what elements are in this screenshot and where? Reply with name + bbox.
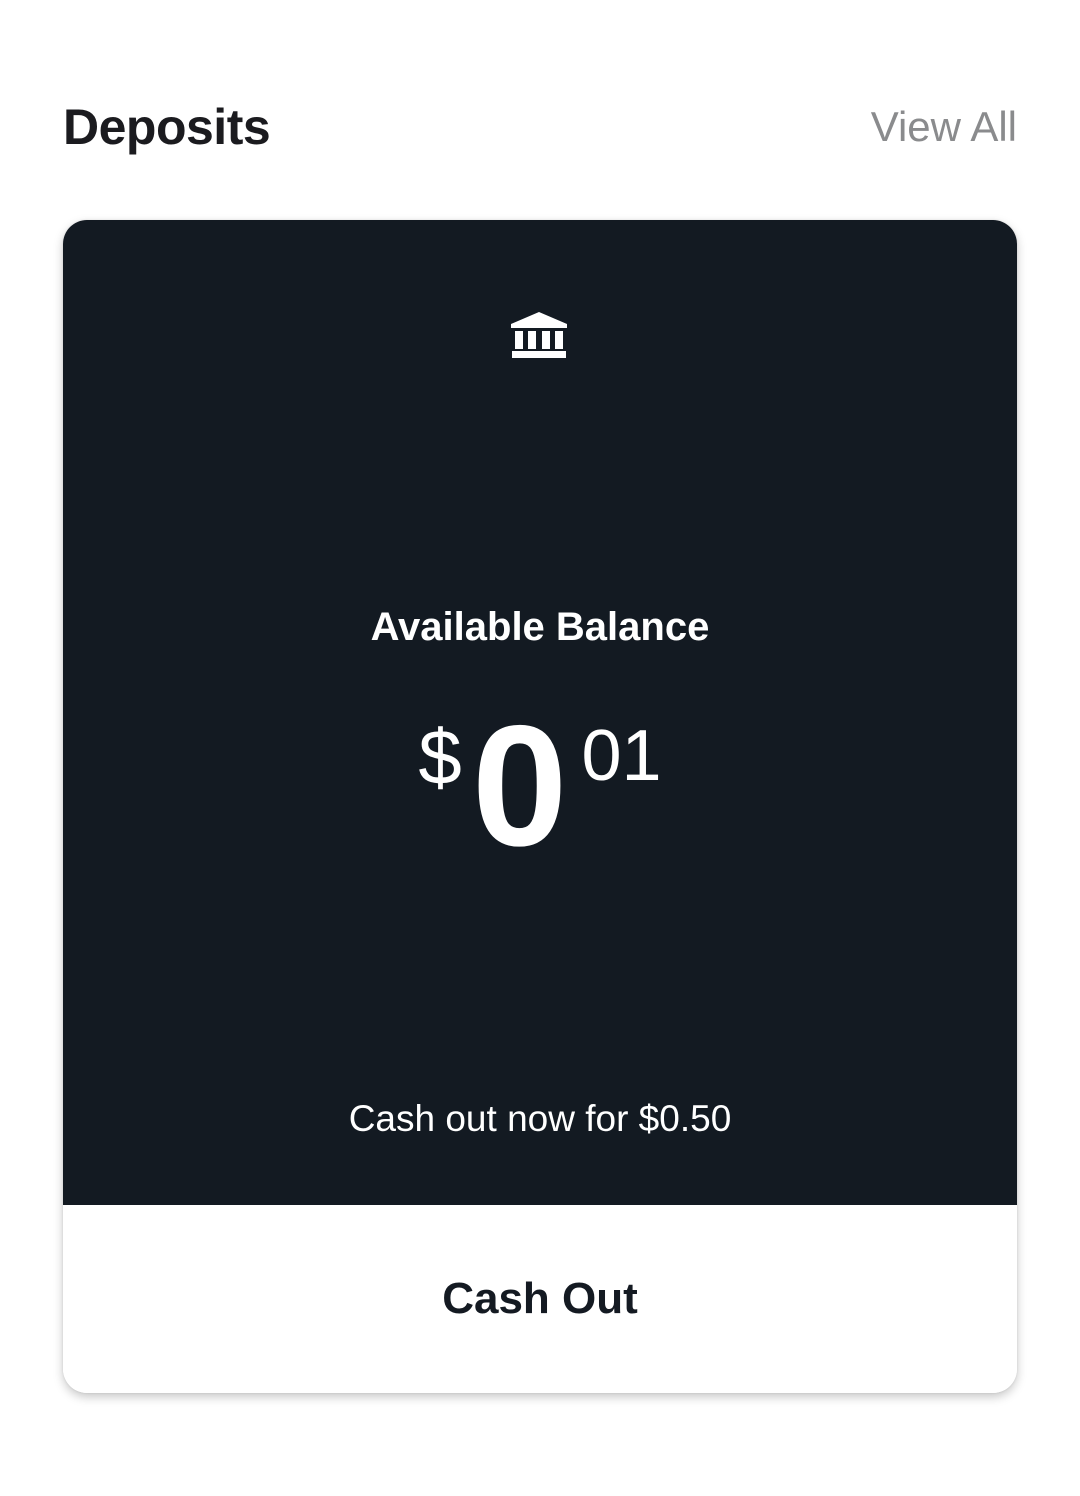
cash-out-button[interactable]: Cash Out (63, 1205, 1017, 1393)
bank-icon (511, 312, 567, 358)
deposits-header: Deposits View All (63, 92, 1017, 162)
available-balance-label: Available Balance (370, 605, 710, 649)
page-title: Deposits (63, 99, 271, 155)
view-all-link[interactable]: View All (871, 103, 1017, 151)
cashout-note: Cash out now for $0.50 (348, 1098, 732, 1139)
amount-cents: 01 (581, 716, 662, 796)
balance-amount: $ 0 01 (63, 700, 1017, 872)
currency-symbol: $ (418, 713, 462, 801)
balance-card: Available Balance $ 0 01 Cash out now fo… (63, 220, 1017, 1393)
amount-whole: 0 (471, 690, 568, 882)
balance-panel: Available Balance $ 0 01 Cash out now fo… (63, 220, 1017, 1205)
